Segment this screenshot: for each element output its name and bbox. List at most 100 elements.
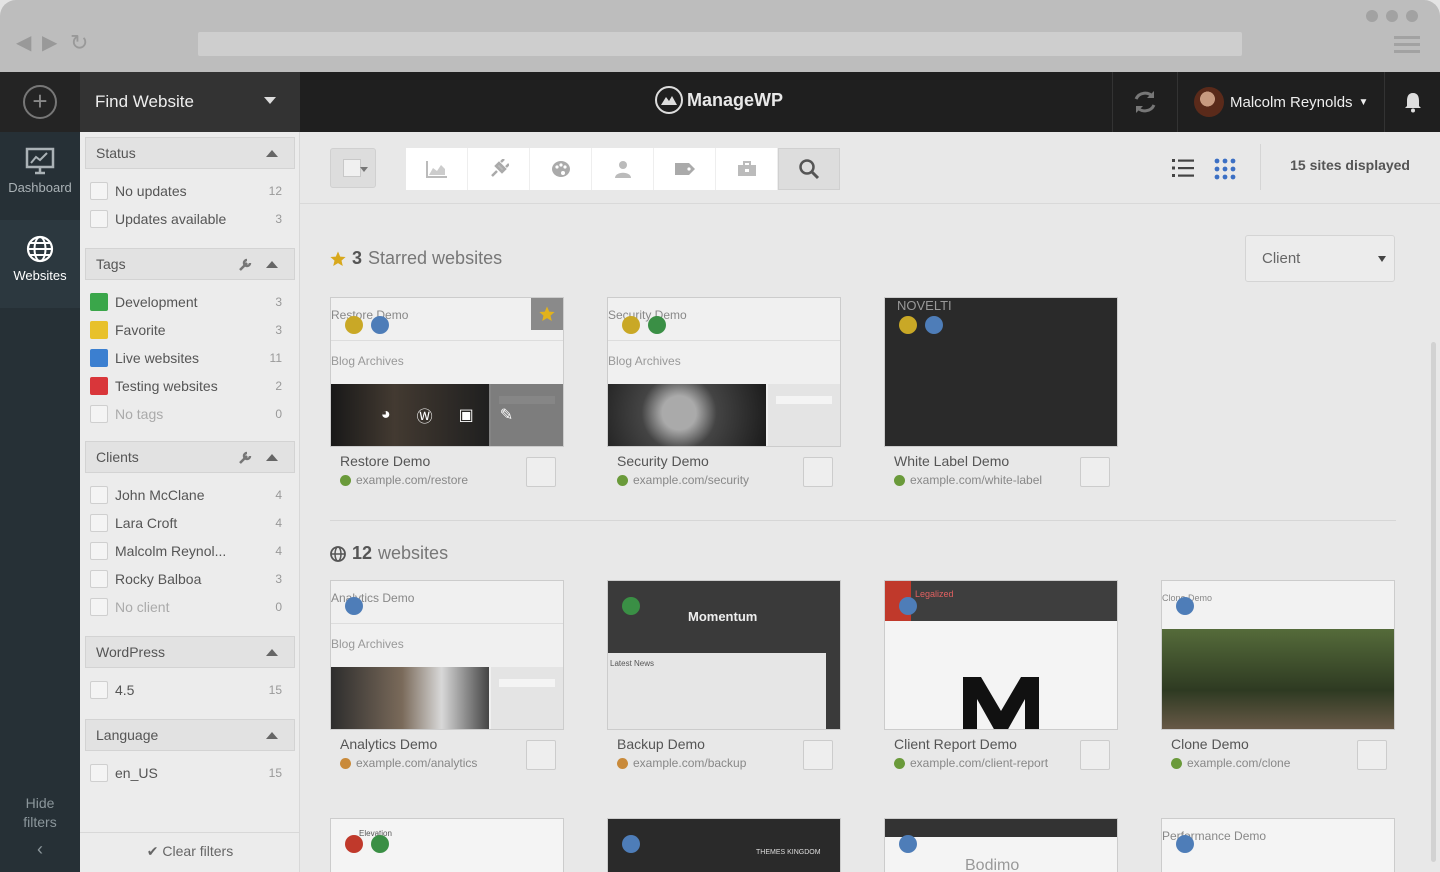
website-checkbox[interactable] xyxy=(526,457,556,487)
find-website-dropdown[interactable]: Find Website xyxy=(80,72,300,132)
website-card-performance[interactable]: Performance Demo xyxy=(1161,818,1395,872)
clients-action[interactable] xyxy=(716,148,778,190)
filter-no-tags[interactable]: No tags 0 xyxy=(90,400,290,428)
website-card-backup[interactable]: Momentum Latest News Backup Demo example… xyxy=(607,580,841,770)
website-card-security[interactable]: Security Demo Blog Archives Security Dem… xyxy=(607,297,841,487)
website-name[interactable]: Restore Demo xyxy=(340,453,430,469)
filter-tag-favorite[interactable]: Favorite 3 xyxy=(90,316,290,344)
filter-tag-testing[interactable]: Testing websites 2 xyxy=(90,372,290,400)
themes-action[interactable] xyxy=(530,148,592,190)
website-url[interactable]: example.com/white-label xyxy=(894,473,1042,487)
backup-icon[interactable]: ▣ xyxy=(459,405,474,425)
filter-client[interactable]: Lara Croft 4 xyxy=(90,509,290,537)
filter-no-updates[interactable]: No updates 12 xyxy=(90,177,290,205)
filter-client[interactable]: Malcolm Reynol... 4 xyxy=(90,537,290,565)
website-card-client-report[interactable]: Legalized Client Report Demo example.com… xyxy=(884,580,1118,770)
website-thumbnail[interactable]: Performance Demo xyxy=(1161,818,1395,872)
filter-updates-available[interactable]: Updates available 3 xyxy=(90,205,290,233)
clear-filters-button[interactable]: ✔ Clear filters xyxy=(80,832,300,872)
website-checkbox[interactable] xyxy=(803,740,833,770)
website-thumbnail[interactable]: Elevation xyxy=(330,818,564,872)
website-checkbox[interactable] xyxy=(1080,740,1110,770)
website-name[interactable]: Client Report Demo xyxy=(894,736,1017,752)
website-name[interactable]: White Label Demo xyxy=(894,453,1009,469)
checkbox[interactable] xyxy=(90,182,108,200)
website-card-white-label[interactable]: NOVELTI White Label Demo example.com/whi… xyxy=(884,297,1118,487)
forward-icon[interactable]: ▶ xyxy=(42,30,57,56)
website-url[interactable]: example.com/clone xyxy=(1171,756,1290,770)
browser-menu-icon[interactable] xyxy=(1394,36,1420,57)
back-icon[interactable]: ◀ xyxy=(16,30,31,56)
palette-icon[interactable]: ◕ xyxy=(381,406,391,424)
reload-icon[interactable]: ↻ xyxy=(70,30,88,56)
grid-view-icon[interactable] xyxy=(1214,158,1236,180)
filter-no-client[interactable]: No client 0 xyxy=(90,593,290,621)
website-thumbnail[interactable]: Analytics Demo Blog Archives xyxy=(330,580,564,730)
filter-clients-header[interactable]: Clients xyxy=(85,441,295,473)
website-thumbnail[interactable]: Security Demo Blog Archives xyxy=(607,297,841,447)
checkbox[interactable] xyxy=(90,764,108,782)
sync-button[interactable] xyxy=(1112,72,1178,132)
website-url[interactable]: example.com/client-report xyxy=(894,756,1048,770)
checkbox[interactable] xyxy=(90,486,108,504)
website-card-analytics[interactable]: Analytics Demo Blog Archives Analytics D… xyxy=(330,580,564,770)
wordpress-icon[interactable]: Ⓦ xyxy=(417,403,433,427)
filter-client[interactable]: Rocky Balboa 3 xyxy=(90,565,290,593)
filter-wordpress-header[interactable]: WordPress xyxy=(85,636,295,668)
website-thumbnail[interactable]: Bodimo xyxy=(884,818,1118,872)
address-bar[interactable] xyxy=(198,32,1242,56)
website-name[interactable]: Analytics Demo xyxy=(340,736,437,752)
notifications-button[interactable] xyxy=(1384,72,1440,132)
client-select[interactable]: Client xyxy=(1245,235,1395,282)
website-thumbnail[interactable]: Clone Demo xyxy=(1161,580,1395,730)
website-checkbox[interactable] xyxy=(526,740,556,770)
filter-status-header[interactable]: Status xyxy=(85,137,295,169)
users-action[interactable] xyxy=(592,148,654,190)
tag-color-swatch[interactable] xyxy=(90,349,108,367)
website-checkbox[interactable] xyxy=(803,457,833,487)
wrench-icon[interactable]: ✎ xyxy=(500,405,513,425)
wrench-icon[interactable] xyxy=(238,256,254,272)
filter-language[interactable]: en_US 15 xyxy=(90,759,290,787)
scrollbar[interactable] xyxy=(1431,342,1436,862)
website-card-themes-kingdom[interactable]: THEMES KINGDOM xyxy=(607,818,841,872)
star-button[interactable] xyxy=(531,298,563,330)
website-url[interactable]: example.com/restore xyxy=(340,473,468,487)
tags-action[interactable] xyxy=(654,148,716,190)
filter-wp-version[interactable]: 4.5 15 xyxy=(90,676,290,704)
filter-tag-development[interactable]: Development 3 xyxy=(90,288,290,316)
plugins-action[interactable] xyxy=(468,148,530,190)
checkbox[interactable] xyxy=(90,598,108,616)
website-thumbnail[interactable]: NOVELTI xyxy=(884,297,1118,447)
list-view-icon[interactable] xyxy=(1172,158,1194,178)
website-card-bodimo[interactable]: Bodimo xyxy=(884,818,1118,872)
website-thumbnail[interactable]: Momentum Latest News xyxy=(607,580,841,730)
website-name[interactable]: Clone Demo xyxy=(1171,736,1249,752)
nav-websites[interactable]: Websites xyxy=(0,220,80,308)
website-url[interactable]: example.com/analytics xyxy=(340,756,477,770)
website-thumbnail[interactable]: Legalized xyxy=(884,580,1118,730)
website-thumbnail[interactable]: Restore Demo Blog Archives ◕ Ⓦ ▣ ✎ xyxy=(330,297,564,447)
filter-language-header[interactable]: Language xyxy=(85,719,295,751)
analytics-action[interactable] xyxy=(406,148,468,190)
tag-color-swatch[interactable] xyxy=(90,293,108,311)
hide-filters-button[interactable]: Hide filters ‹ xyxy=(0,794,80,859)
checkbox[interactable] xyxy=(90,210,108,228)
website-checkbox[interactable] xyxy=(1080,457,1110,487)
website-card-elevation[interactable]: Elevation xyxy=(330,818,564,872)
tag-color-swatch[interactable] xyxy=(90,377,108,395)
user-menu[interactable]: Malcolm Reynolds ▼ xyxy=(1178,72,1384,132)
website-card-restore[interactable]: Restore Demo Blog Archives ◕ Ⓦ ▣ ✎ Resto… xyxy=(330,297,564,487)
website-checkbox[interactable] xyxy=(1357,740,1387,770)
website-card-clone[interactable]: Clone Demo Clone Demo example.com/clone xyxy=(1161,580,1395,770)
tag-color-swatch[interactable] xyxy=(90,321,108,339)
website-thumbnail[interactable]: THEMES KINGDOM xyxy=(607,818,841,872)
website-url[interactable]: example.com/security xyxy=(617,473,749,487)
filter-tags-header[interactable]: Tags xyxy=(85,248,295,280)
add-website-button[interactable]: + xyxy=(0,72,80,132)
website-name[interactable]: Backup Demo xyxy=(617,736,705,752)
checkbox[interactable] xyxy=(90,570,108,588)
filter-tag-live[interactable]: Live websites 11 xyxy=(90,344,290,372)
search-button[interactable] xyxy=(778,148,840,190)
website-url[interactable]: example.com/backup xyxy=(617,756,746,770)
